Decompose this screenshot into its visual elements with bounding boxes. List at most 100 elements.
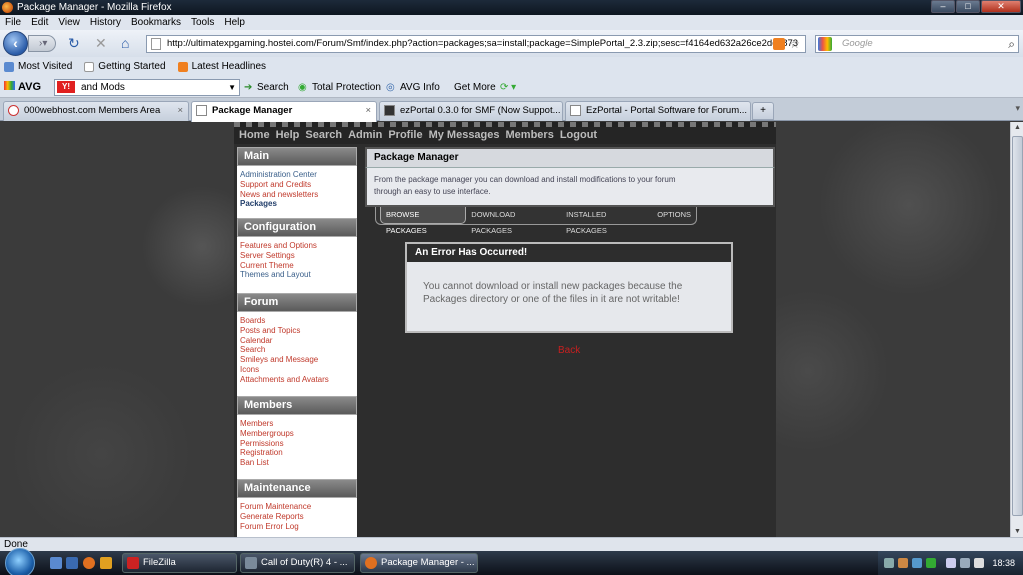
menu-edit[interactable]: Edit (26, 15, 53, 30)
sidebar-item-features-and-options[interactable]: Features and Options (240, 241, 354, 251)
get-more-button[interactable]: Get More (454, 77, 496, 98)
search-input[interactable]: Google ⌕ (815, 35, 1019, 53)
forward-button[interactable]: ›▾ (28, 35, 56, 52)
menu-bookmarks[interactable]: Bookmarks (126, 15, 186, 30)
sidebar-item-support-and-credits[interactable]: Support and Credits (240, 180, 354, 190)
total-protection-button[interactable]: Total Protection (312, 77, 381, 98)
scroll-down-icon[interactable]: ▼ (1012, 528, 1023, 535)
sidebar-item-permissions[interactable]: Permissions (240, 439, 354, 449)
bookmark-getting-started[interactable]: Getting Started (84, 57, 166, 77)
tab-label: Package Manager (212, 105, 293, 116)
menu-help[interactable]: Help (219, 15, 250, 30)
sidebar-item-smileys[interactable]: Smileys and Message (240, 355, 354, 365)
nav-my-messages[interactable]: My Messages (429, 127, 500, 144)
firefox-quicklaunch-icon[interactable] (83, 557, 95, 569)
sidebar-item-current-theme[interactable]: Current Theme (240, 261, 354, 271)
reload-icon[interactable]: ↻ (68, 36, 80, 51)
nav-home[interactable]: Home (239, 127, 270, 144)
menu-tools[interactable]: Tools (186, 15, 219, 30)
nav-profile[interactable]: Profile (388, 127, 422, 144)
home-icon[interactable]: ⌂ (121, 36, 129, 51)
sidebar-item-administration-center[interactable]: Administration Center (240, 170, 354, 180)
sidebar-item-registration[interactable]: Registration (240, 448, 354, 458)
tray-app-icon[interactable] (898, 558, 908, 568)
tray-app-icon[interactable] (884, 558, 894, 568)
keyboard-icon[interactable] (960, 558, 970, 568)
tray-app-icon[interactable] (912, 558, 922, 568)
avg-search-button[interactable]: Search (257, 77, 289, 98)
nav-members[interactable]: Members (506, 127, 554, 144)
nav-search[interactable]: Search (305, 127, 342, 144)
avg-extra-icon[interactable]: ⟳ ▾ (500, 77, 516, 98)
sidebar-item-server-settings[interactable]: Server Settings (240, 251, 354, 261)
taskbar-call-of-duty[interactable]: Call of Duty(R) 4 - ... (240, 553, 355, 573)
volume-icon[interactable] (974, 558, 984, 568)
sidebar-item-generate-reports[interactable]: Generate Reports (240, 512, 354, 522)
sidebar-item-packages[interactable]: Packages (240, 199, 354, 209)
taskbar-package-manager[interactable]: Package Manager - ... (360, 553, 478, 573)
menu-file[interactable]: File (0, 15, 26, 30)
show-desktop-icon[interactable] (50, 557, 62, 569)
scrollbar-thumb[interactable] (1012, 136, 1023, 516)
back-button[interactable]: ‹ (3, 31, 28, 56)
menu-view[interactable]: View (53, 15, 85, 30)
sidebar-item-calendar[interactable]: Calendar (240, 336, 354, 346)
package-manager-description: From the package manager you can downloa… (365, 167, 775, 207)
sidebar-item-icons[interactable]: Icons (240, 365, 354, 375)
avg-info-button[interactable]: AVG Info (400, 77, 440, 98)
new-tab-button[interactable]: + (752, 102, 774, 120)
switch-windows-icon[interactable] (66, 557, 78, 569)
sidebar-item-boards[interactable]: Boards (240, 316, 354, 326)
sidebar-item-posts-and-topics[interactable]: Posts and Topics (240, 326, 354, 336)
close-tab-icon[interactable]: × (177, 102, 183, 120)
sidebar-item-members[interactable]: Members (240, 419, 354, 429)
chevron-down-icon[interactable]: ▼ (228, 80, 236, 95)
sidebar-item-search[interactable]: Search (240, 345, 354, 355)
search-icon[interactable]: ⌕ (1008, 36, 1015, 52)
close-button[interactable]: ✕ (981, 0, 1021, 13)
avg-search-input[interactable]: Y! and Mods ▼ (54, 79, 240, 96)
tab-options[interactable]: OPTIONS (652, 207, 696, 224)
bookmark-star-icon[interactable]: ☆ (789, 36, 800, 52)
address-bar[interactable]: http://ultimatexpgaming.hostei.com/Forum… (146, 35, 806, 53)
sidebar-item-themes-and-layout[interactable]: Themes and Layout (240, 270, 354, 280)
nav-admin[interactable]: Admin (348, 127, 382, 144)
minimize-button[interactable]: – (931, 0, 955, 13)
error-box: An Error Has Occurred! You cannot downlo… (405, 242, 733, 333)
back-link[interactable]: Back (558, 345, 580, 356)
menu-history[interactable]: History (85, 15, 126, 30)
tab-package-manager[interactable]: Package Manager × (191, 101, 377, 122)
nav-help[interactable]: Help (276, 127, 300, 144)
tab-download-packages[interactable]: DOWNLOAD PACKAGES (466, 207, 561, 235)
page-scrollbar[interactable]: ▲ ▼ (1010, 122, 1023, 537)
avg-logo[interactable]: AVG (4, 77, 41, 98)
close-tab-icon[interactable]: × (365, 102, 371, 120)
tab-browse-packages[interactable]: BROWSE PACKAGES (380, 207, 467, 235)
sidebar-item-attachments-and-avatars[interactable]: Attachments and Avatars (240, 375, 354, 385)
network-icon[interactable] (946, 558, 956, 568)
tab-ezportal-smf[interactable]: ezPortal 0.3.0 for SMF (Now Suppot... (379, 101, 563, 121)
media-player-icon[interactable] (100, 557, 112, 569)
sidebar-item-membergroups[interactable]: Membergroups (240, 429, 354, 439)
taskbar-filezilla[interactable]: FileZilla (122, 553, 237, 573)
sidebar-item-forum-maintenance[interactable]: Forum Maintenance (240, 502, 354, 512)
search-arrow-icon[interactable]: ➔ (244, 77, 252, 98)
tab-installed-packages[interactable]: INSTALLED PACKAGES (561, 207, 652, 235)
bookmark-most-visited[interactable]: Most Visited (4, 57, 72, 77)
tab-000webhost[interactable]: 000webhost.com Members Area × (3, 101, 189, 121)
clock[interactable]: 18:38 (992, 551, 1015, 575)
nav-logout[interactable]: Logout (560, 127, 597, 144)
scroll-up-icon[interactable]: ▲ (1012, 124, 1023, 131)
sidebar-item-news-and-newsletters[interactable]: News and newsletters (240, 190, 354, 200)
bookmark-latest-headlines[interactable]: Latest Headlines (177, 57, 266, 77)
start-button[interactable] (5, 548, 35, 575)
sidebar-item-ban-list[interactable]: Ban List (240, 458, 354, 468)
tab-list-icon[interactable]: ▾ (1015, 103, 1020, 114)
maximize-button[interactable]: □ (956, 0, 980, 13)
sidebar-item-forum-error-log[interactable]: Forum Error Log (240, 522, 354, 532)
stop-icon[interactable]: ✕ (95, 36, 107, 51)
tab-ezportal-software[interactable]: EzPortal - Portal Software for Forum... (565, 101, 751, 121)
avg-tray-icon[interactable] (926, 558, 936, 568)
google-icon[interactable] (818, 37, 832, 51)
rss-icon[interactable] (773, 38, 785, 50)
